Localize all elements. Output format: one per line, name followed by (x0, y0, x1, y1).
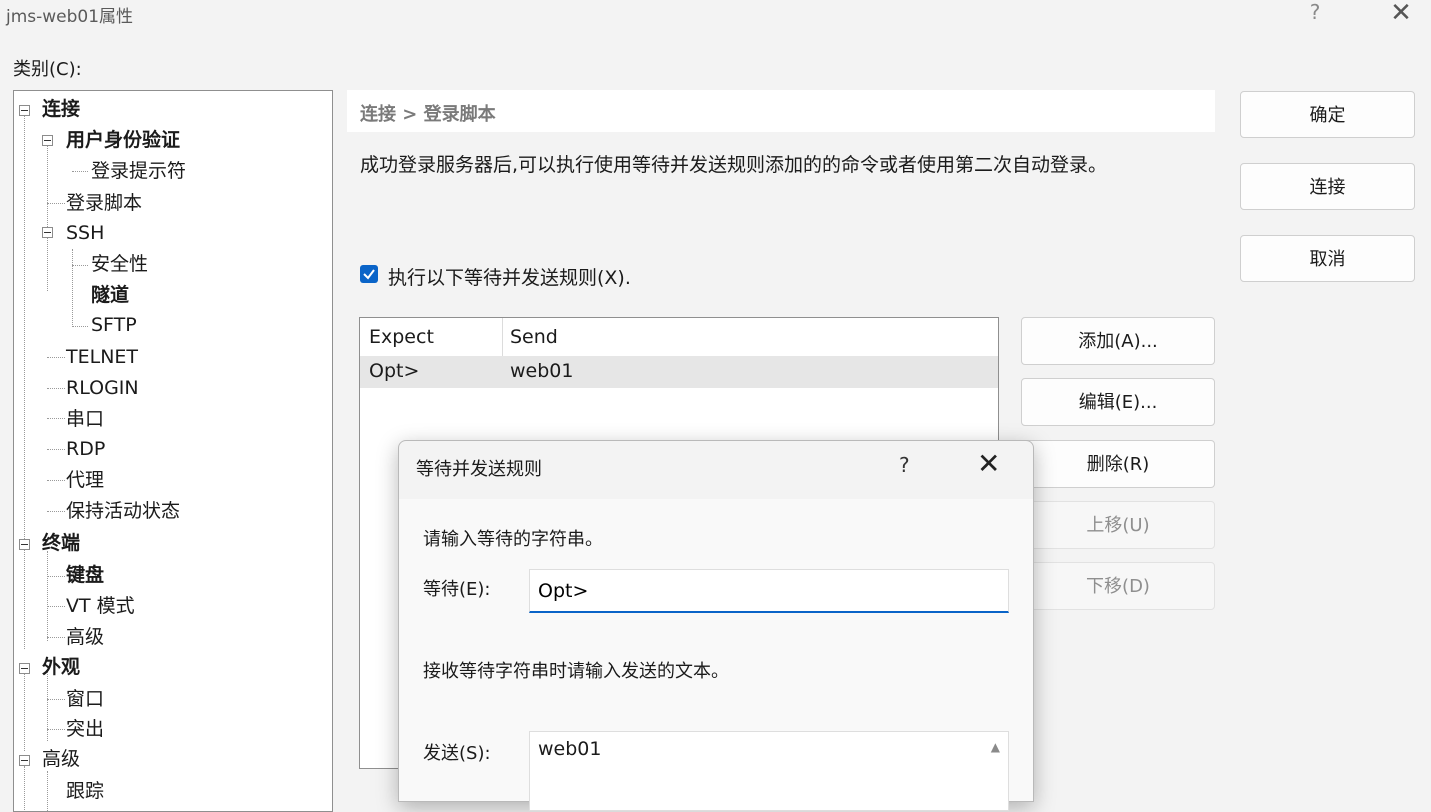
add-rule-button[interactable]: 添加(A)... (1021, 317, 1215, 365)
cell-expect: Opt> (369, 360, 420, 382)
collapse-icon[interactable] (19, 105, 30, 116)
wait-send-checkbox[interactable] (360, 265, 378, 283)
collapse-icon[interactable] (19, 663, 30, 674)
wait-label: 等待(E): (423, 579, 491, 600)
tree-item-advanced[interactable]: 高级 (66, 625, 104, 649)
check-icon (363, 269, 375, 280)
wait-prompt: 请输入等待的字符串。 (423, 529, 603, 550)
send-textarea[interactable]: web01 ▲ (529, 731, 1009, 811)
tree-item-connection[interactable]: 连接 (42, 97, 80, 121)
tree-item-vt-mode[interactable]: VT 模式 (66, 594, 135, 618)
tree-item-keepalive[interactable]: 保持活动状态 (66, 499, 180, 523)
tree-item-telnet[interactable]: TELNET (66, 345, 138, 369)
edit-rule-button[interactable]: 编辑(E)... (1021, 378, 1215, 426)
dialog-title: 等待并发送规则 (416, 459, 542, 480)
ok-button[interactable]: 确定 (1240, 91, 1415, 138)
tree-item-serial[interactable]: 串口 (66, 407, 104, 431)
category-label: 类别(C): (13, 59, 82, 80)
tree-item-rlogin[interactable]: RLOGIN (66, 376, 139, 400)
dialog-help-icon[interactable]: ? (899, 453, 910, 477)
tree-item-tunnel[interactable]: 隧道 (91, 283, 129, 307)
table-row[interactable]: Opt> web01 (360, 356, 998, 388)
wait-send-rule-dialog: 等待并发送规则 ? ✕ 请输入等待的字符串。 等待(E): 接收等待字符串时请输… (398, 440, 1034, 811)
tree-item-login-script[interactable]: 登录脚本 (66, 191, 142, 215)
tree-item-ssh[interactable]: SSH (66, 221, 104, 245)
move-down-button[interactable]: 下移(D) (1021, 562, 1215, 610)
send-prompt: 接收等待字符串时请输入发送的文本。 (423, 661, 729, 682)
collapse-icon[interactable] (19, 539, 30, 550)
breadcrumb-text: 连接 > 登录脚本 (360, 104, 496, 125)
scroll-up-icon[interactable]: ▲ (991, 740, 1000, 754)
collapse-icon[interactable] (42, 135, 53, 146)
wait-send-checkbox-label[interactable]: 执行以下等待并发送规则(X). (388, 263, 631, 290)
tree-item-keyboard[interactable]: 键盘 (66, 563, 104, 587)
tree-item-window[interactable]: 窗口 (66, 687, 104, 711)
wait-input[interactable] (529, 569, 1009, 613)
window-title: jms-web01属性 (6, 7, 134, 27)
tree-item-appearance[interactable]: 外观 (42, 655, 80, 679)
tree-item-highlight[interactable]: 突出 (66, 717, 104, 741)
tree-item-user-auth[interactable]: 用户身份验证 (66, 128, 180, 152)
breadcrumb: 连接 > 登录脚本 (347, 90, 1215, 132)
move-up-button[interactable]: 上移(U) (1021, 501, 1215, 549)
dialog-body: 请输入等待的字符串。 等待(E): 接收等待字符串时请输入发送的文本。 发送(S… (399, 499, 1033, 811)
cancel-button[interactable]: 取消 (1240, 235, 1415, 282)
category-tree[interactable]: 连接 用户身份验证 登录提示符 登录脚本 SSH 安全性 隧道 SFTP TEL… (13, 90, 333, 812)
collapse-icon[interactable] (19, 755, 30, 766)
dialog-close-icon[interactable]: ✕ (977, 447, 1000, 480)
tree-item-advanced-2[interactable]: 高级 (42, 747, 80, 771)
tree-item-trace[interactable]: 跟踪 (66, 779, 104, 803)
tree-item-rdp[interactable]: RDP (66, 437, 105, 461)
tree-item-security[interactable]: 安全性 (91, 252, 148, 276)
close-icon[interactable]: ✕ (1383, 0, 1419, 28)
send-text: web01 (538, 738, 602, 760)
tree-item-login-prompt[interactable]: 登录提示符 (91, 159, 186, 183)
tree-item-proxy[interactable]: 代理 (66, 468, 104, 492)
help-icon[interactable]: ? (1300, 0, 1330, 24)
page-description: 成功登录服务器后,可以执行使用等待并发送规则添加的的命令或者使用第二次自动登录。 (360, 154, 1108, 176)
column-header-expect[interactable]: Expect (369, 326, 434, 348)
tree-item-terminal[interactable]: 终端 (42, 531, 80, 555)
column-header-send[interactable]: Send (510, 326, 558, 348)
collapse-icon[interactable] (42, 227, 53, 238)
cell-send: web01 (510, 360, 574, 382)
connect-button[interactable]: 连接 (1240, 163, 1415, 210)
tree-item-sftp[interactable]: SFTP (91, 313, 137, 337)
delete-rule-button[interactable]: 删除(R) (1021, 440, 1215, 488)
title-bar: jms-web01属性 ? ✕ (0, 0, 1431, 36)
column-divider[interactable] (502, 318, 503, 356)
send-label: 发送(S): (423, 743, 491, 764)
